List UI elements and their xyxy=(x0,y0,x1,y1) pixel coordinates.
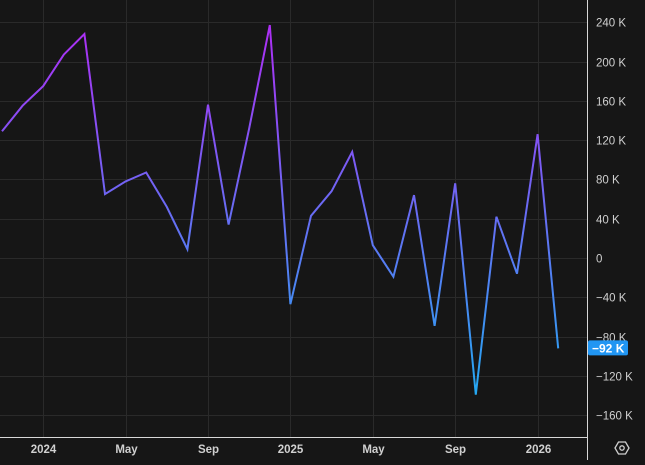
last-value-badge: −92 K xyxy=(588,340,628,355)
last-value-label: −92 K xyxy=(592,341,625,355)
x-tick-label: 2024 xyxy=(31,444,57,456)
y-tick-label: 200 K xyxy=(596,58,626,70)
series-line xyxy=(2,25,558,395)
y-tick-label: 0 xyxy=(596,254,602,266)
y-tick-label: −160 K xyxy=(596,411,633,423)
line-chart: 240 K200 K160 K120 K80 K40 K0−40 K−80 K−… xyxy=(0,0,645,460)
x-tick-label: 2025 xyxy=(278,444,304,456)
time-axis[interactable]: 2024 May Sep 2025 May Sep 2026 xyxy=(31,444,552,456)
x-tick-label: May xyxy=(115,444,138,456)
y-tick-label: −40 K xyxy=(596,293,627,305)
y-tick-label: 80 K xyxy=(596,175,620,187)
price-axis[interactable]: 240 K200 K160 K120 K80 K40 K0−40 K−80 K−… xyxy=(596,18,633,423)
settings-hex-icon[interactable] xyxy=(615,442,629,454)
y-tick-label: 240 K xyxy=(596,18,626,30)
y-tick-label: 120 K xyxy=(596,136,626,148)
x-tick-label: Sep xyxy=(198,444,219,456)
x-tick-label: 2026 xyxy=(526,444,552,456)
x-tick-label: May xyxy=(362,444,385,456)
y-tick-label: 160 K xyxy=(596,97,626,109)
x-tick-label: Sep xyxy=(445,444,466,456)
y-tick-label: 40 K xyxy=(596,215,620,227)
y-tick-label: −120 K xyxy=(596,372,633,384)
